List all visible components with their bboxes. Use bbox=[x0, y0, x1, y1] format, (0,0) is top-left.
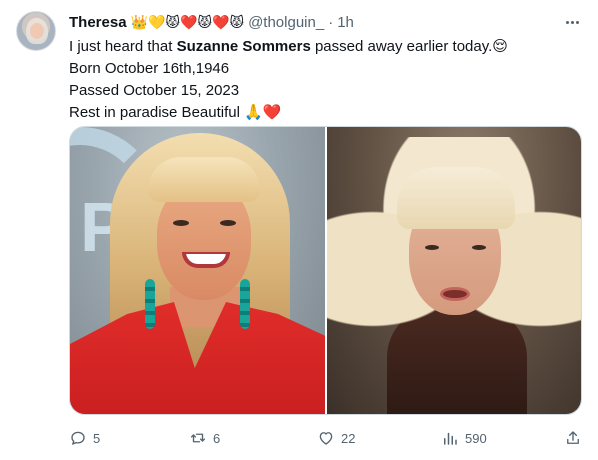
heart-icon bbox=[319, 432, 333, 445]
retweet-count: 6 bbox=[213, 430, 221, 446]
more-horizontal-icon bbox=[565, 20, 569, 24]
media-image-left[interactable]: P bbox=[70, 127, 325, 414]
more-horizontal-icon-dot bbox=[570, 20, 574, 24]
views-count: 590 bbox=[465, 430, 487, 446]
tweet-line-3: Passed October 15, 2023 bbox=[69, 82, 240, 99]
tweet-media[interactable]: P bbox=[69, 126, 582, 415]
reply-button[interactable]: 5 bbox=[69, 427, 100, 449]
display-name[interactable]: Theresa bbox=[69, 14, 127, 31]
retweet-icon bbox=[190, 433, 206, 443]
share-icon bbox=[567, 431, 579, 444]
tweet-text: I just heard that Suzanne Sommers passed… bbox=[69, 36, 579, 124]
eye-shape bbox=[173, 220, 189, 226]
tweet-line-1-suffix: passed away earlier today.😌 bbox=[310, 38, 508, 55]
reply-count: 5 bbox=[93, 430, 101, 446]
tweet-actions: 5 6 22 590 bbox=[69, 427, 582, 449]
tweet-header: Theresa 👑💛😾❤️😾❤️😾 @tholguin_ · 1h bbox=[69, 12, 354, 32]
tweet-time[interactable]: 1h bbox=[337, 14, 354, 31]
reply-icon bbox=[71, 431, 85, 445]
tweet-line-1-prefix: I just heard that bbox=[69, 38, 177, 55]
views-icon bbox=[444, 432, 457, 445]
avatar[interactable] bbox=[16, 11, 56, 51]
avatar-face bbox=[30, 23, 44, 39]
like-count: 22 bbox=[341, 430, 356, 446]
more-options-button[interactable] bbox=[562, 12, 582, 32]
tweet-card[interactable]: Theresa 👑💛😾❤️😾❤️😾 @tholguin_ · 1h I just… bbox=[0, 0, 598, 460]
like-button[interactable]: 22 bbox=[317, 427, 355, 449]
mouth-shape bbox=[439, 287, 470, 301]
media-image-right[interactable] bbox=[326, 127, 581, 414]
share-button[interactable] bbox=[564, 427, 582, 449]
tweet-line-1: I just heard that Suzanne Sommers passed… bbox=[69, 36, 579, 58]
bangs-shape bbox=[396, 167, 515, 229]
eye-shape bbox=[220, 220, 236, 226]
retweet-button[interactable]: 6 bbox=[189, 427, 220, 449]
header-separator: · bbox=[328, 13, 334, 31]
earring-shape bbox=[145, 279, 155, 329]
eye-shape bbox=[471, 245, 486, 250]
bangs-shape bbox=[148, 157, 260, 202]
eye-shape bbox=[424, 245, 439, 250]
more-horizontal-icon-dot bbox=[575, 20, 579, 24]
name-emojis: 👑💛😾❤️😾❤️😾 bbox=[130, 13, 245, 30]
tweet-line-2: Born October 16th,1946 bbox=[69, 60, 230, 77]
user-handle[interactable]: @tholguin_ bbox=[248, 14, 324, 31]
tweet-line-1-bold: Suzanne Sommers bbox=[176, 38, 311, 55]
tweet-line-4: Rest in paradise Beautiful 🙏❤️ bbox=[69, 104, 282, 121]
earring-shape bbox=[240, 279, 250, 329]
views-button[interactable]: 590 bbox=[441, 427, 487, 449]
